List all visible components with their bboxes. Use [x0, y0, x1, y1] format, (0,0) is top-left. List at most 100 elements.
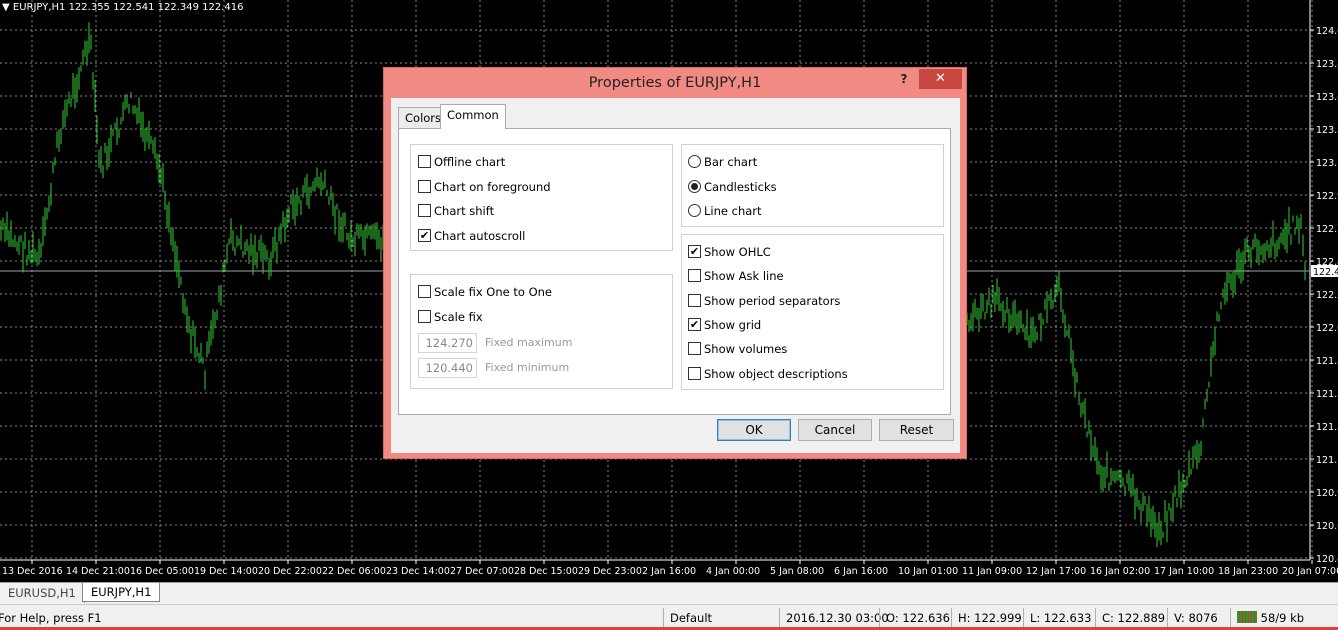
time-tick-label: 2 Jan 16:00 [642, 566, 696, 577]
price-tick-label: 120.6 [1316, 521, 1338, 532]
time-tick-label: 27 Dec 07:00 [450, 566, 514, 577]
chart-type-group: Bar chart Candlesticks Line chart [681, 144, 944, 227]
price-tick-label: 121.3 [1316, 422, 1338, 433]
time-tick-label: 16 Jan 02:00 [1090, 566, 1150, 577]
checkbox-box [688, 269, 701, 282]
price-tick-label: 123.3 [1316, 125, 1338, 136]
scale-options-group: Scale fix One to One Scale fix 124.270 F… [410, 274, 673, 389]
time-tick-label: 12 Jan 17:00 [1026, 566, 1086, 577]
price-tick-label: 123.8 [1316, 59, 1338, 70]
time-tick-label: 6 Jan 16:00 [834, 566, 888, 577]
radio-circle [688, 204, 701, 217]
status-open: O: 122.636 [879, 608, 951, 628]
option-label: Chart shift [434, 204, 495, 218]
chart-symbol-ohlc: EURJPY,H1 122.355 122.541 122.349 122.41… [12, 2, 244, 13]
status-close: C: 122.889 [1095, 608, 1167, 628]
connection-bars-icon [1237, 611, 1257, 623]
reset-button[interactable]: Reset [879, 419, 954, 441]
checkmark-icon: ✔ [688, 318, 701, 331]
close-icon: ✕ [935, 71, 946, 86]
chart-tab-eurusd[interactable]: EURUSD,H1 [0, 584, 85, 603]
radio-selected-icon [688, 180, 701, 193]
cancel-button[interactable]: Cancel [798, 419, 872, 441]
chart-tab-eurjpy[interactable]: EURJPY,H1 [82, 583, 160, 602]
price-tick-label: 120.4 [1316, 554, 1338, 565]
time-tick-label: 19 Dec 14:00 [194, 566, 258, 577]
radio-circle [688, 155, 701, 168]
help-button[interactable]: ? [894, 72, 914, 90]
status-high: H: 122.999 [951, 608, 1023, 628]
option-label: Chart autoscroll [434, 229, 526, 243]
traffic-label: 58/9 kb [1260, 611, 1305, 625]
option-label: Show period separators [704, 294, 841, 308]
status-datetime: 2016.12.30 03:00 [779, 608, 889, 628]
option-label: Line chart [704, 204, 762, 218]
chart-tab-bar: EURUSD,H1 EURJPY,H1 [0, 582, 1338, 604]
tab-common[interactable]: Common [440, 104, 506, 129]
ok-button[interactable]: OK [717, 419, 791, 441]
time-tick-label: 17 Jan 10:00 [1154, 566, 1214, 577]
status-volume: V: 8076 [1167, 608, 1230, 628]
status-low: L: 122.633 [1023, 608, 1095, 628]
checkbox-box [418, 204, 431, 217]
time-tick-label: 22 Dec 06:00 [322, 566, 386, 577]
checkmark-icon: ✔ [688, 245, 701, 258]
price-tick-label: 122.7 [1316, 224, 1338, 235]
fixed-maximum-input[interactable]: 124.270 [418, 333, 477, 353]
close-button[interactable]: ✕ [919, 69, 962, 89]
checkbox-box [418, 180, 431, 193]
time-tick-label: 18 Jan 23:00 [1218, 566, 1278, 577]
price-tick-label: 122.0 [1316, 323, 1338, 334]
price-tick-label: 121.8 [1316, 356, 1338, 367]
time-tick-label: 29 Dec 23:00 [578, 566, 642, 577]
dialog-body: Colors Common Offline chart Chart on for… [391, 98, 960, 453]
price-tick-label: 123.6 [1316, 92, 1338, 103]
option-label: Show grid [704, 318, 762, 332]
time-tick-label: 10 Jan 01:00 [898, 566, 958, 577]
checkbox-box [418, 310, 431, 323]
status-help: For Help, press F1 [0, 611, 102, 625]
chart-tab-label: EURJPY,H1 [91, 585, 152, 599]
time-tick-label: 14 Dec 21:00 [66, 566, 130, 577]
time-tick-label: 11 Jan 09:00 [962, 566, 1022, 577]
price-tick-label: 124.0 [1316, 26, 1338, 37]
option-label: Show object descriptions [704, 367, 848, 381]
option-label: Show OHLC [704, 245, 771, 259]
show-options-group: ✔ Show OHLC Show Ask line Show period sep… [681, 234, 944, 390]
dialog-title[interactable]: Properties of EURJPY,H1 [384, 68, 966, 98]
time-tick-label: 28 Dec 15:00 [514, 566, 578, 577]
price-tick-label: 122.2 [1316, 290, 1338, 301]
option-label: Scale fix [434, 310, 483, 324]
time-tick-label: 23 Dec 14:00 [386, 566, 450, 577]
time-tick-label: 16 Dec 05:00 [130, 566, 194, 577]
checkmark-icon: ✔ [418, 229, 431, 242]
price-tick-label: 123.1 [1316, 158, 1338, 169]
time-tick-label: 4 Jan 00:00 [706, 566, 760, 577]
common-tab-panel: Offline chart Chart on foreground Chart … [398, 128, 951, 415]
option-label: Scale fix One to One [434, 285, 552, 299]
option-label: Show Ask line [704, 269, 784, 283]
properties-dialog: Properties of EURJPY,H1 ? ✕ Colors Commo… [383, 67, 967, 459]
price-tick-label: 120.9 [1316, 488, 1338, 499]
time-tick-label: 13 Dec 2016 [2, 566, 63, 577]
option-label: Show volumes [704, 342, 788, 356]
chart-header: ▼ EURJPY,H1 122.355 122.541 122.349 122.… [2, 2, 244, 13]
checkbox-box [688, 294, 701, 307]
fixed-maximum-label: Fixed maximum [485, 336, 573, 349]
fixed-minimum-input[interactable]: 120.440 [418, 358, 477, 378]
fixed-minimum-label: Fixed minimum [485, 361, 570, 374]
option-label: Offline chart [434, 155, 506, 169]
time-tick-label: 20 Dec 22:00 [258, 566, 322, 577]
price-tick-label: 122.9 [1316, 191, 1338, 202]
status-traffic[interactable]: 58/9 kb [1230, 608, 1338, 628]
checkbox-box [418, 285, 431, 298]
option-label: Bar chart [704, 155, 758, 169]
time-tick-label: 5 Jan 08:00 [770, 566, 824, 577]
checkbox-box [688, 367, 701, 380]
checkbox-box [688, 342, 701, 355]
checkbox-box [418, 155, 431, 168]
price-tick-label: 121.5 [1316, 389, 1338, 400]
time-tick-label: 20 Jan 07:00 [1282, 566, 1338, 577]
chart-tab-label: EURUSD,H1 [8, 586, 76, 600]
option-label: Candlesticks [704, 180, 777, 194]
